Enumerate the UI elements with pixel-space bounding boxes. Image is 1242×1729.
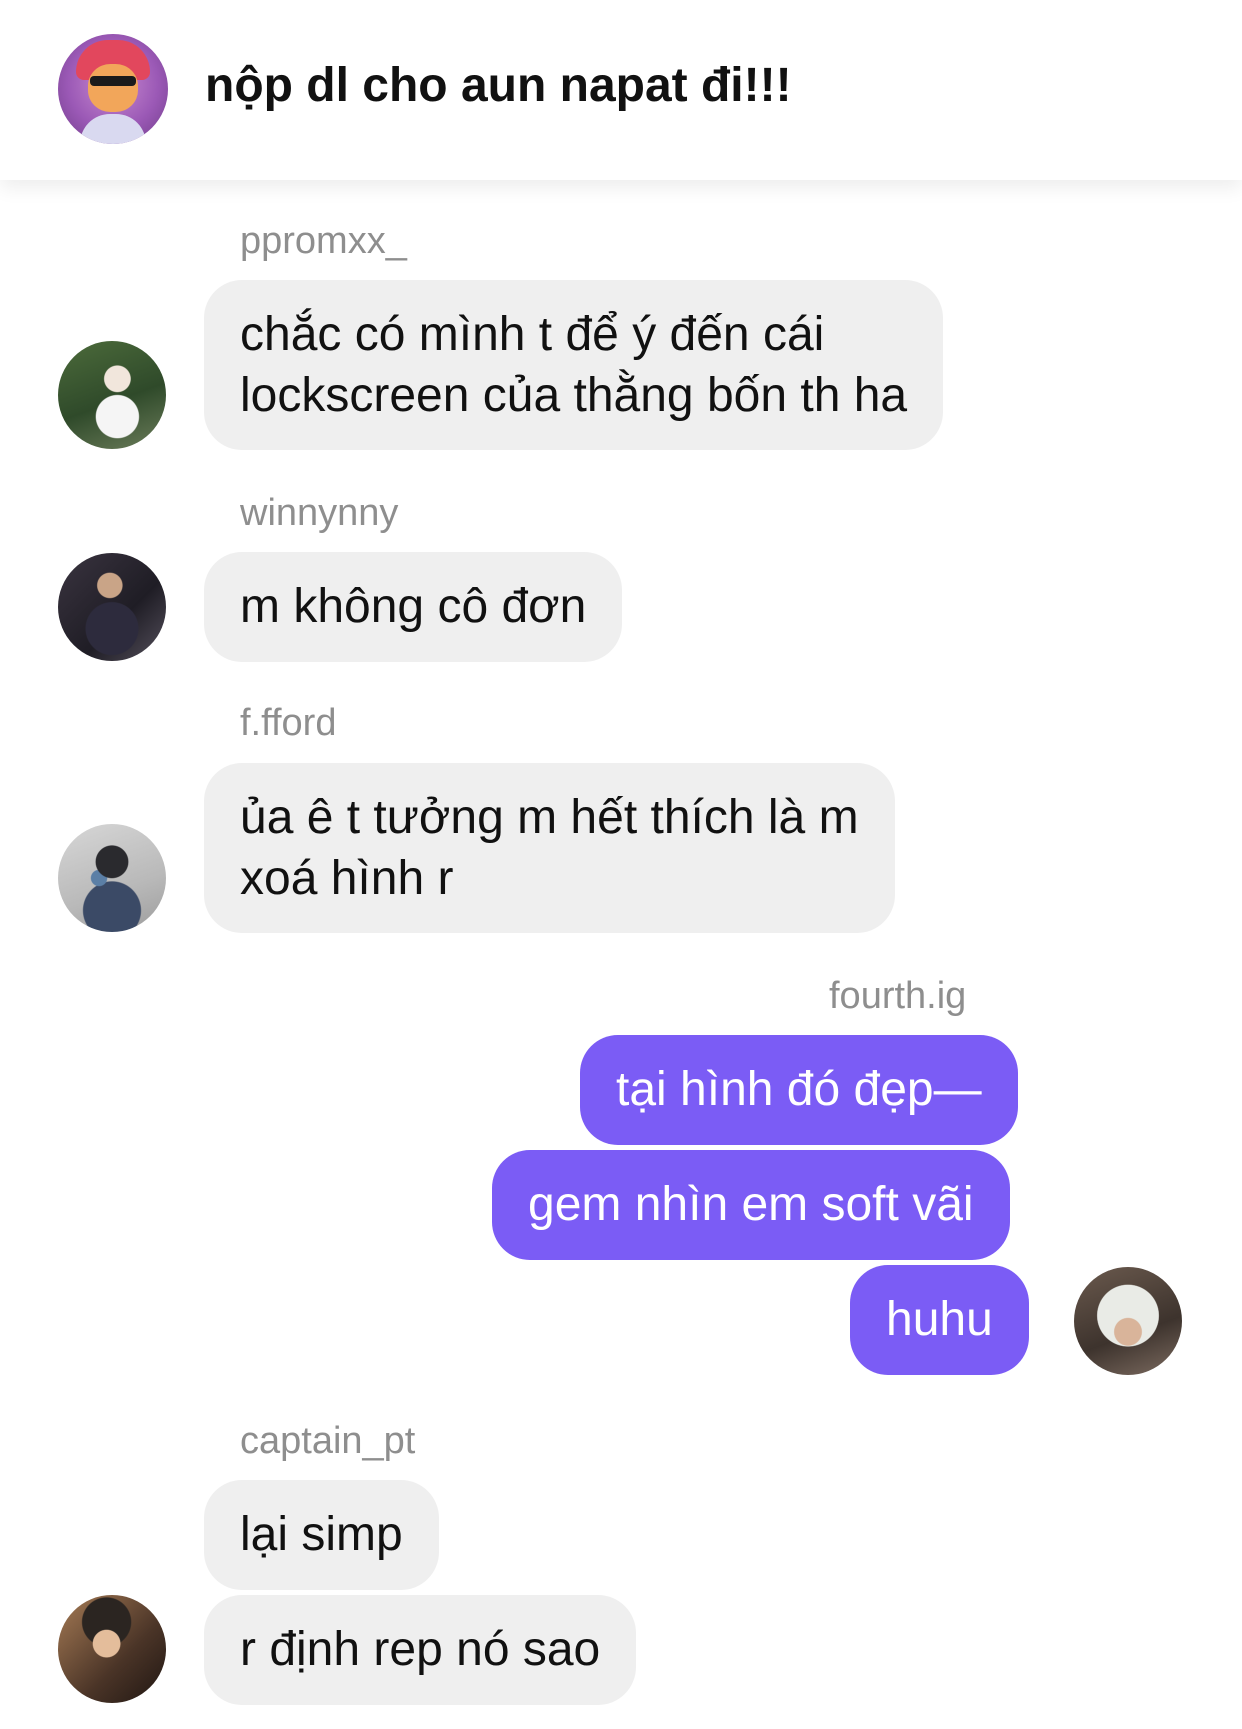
message-bubble[interactable]: r định rep nó sao <box>204 1595 637 1705</box>
message-bubble[interactable]: ủa ê t tưởng m hết thích là m xoá hình r <box>204 763 895 933</box>
sender-avatar[interactable] <box>58 1595 166 1703</box>
message-text-line: r định rep nó sao <box>240 1623 601 1676</box>
sender-username[interactable]: f.fford <box>240 702 336 745</box>
message-bubble[interactable]: lại simp <box>204 1480 439 1590</box>
sender-username[interactable]: fourth.ig <box>829 975 966 1018</box>
message-text-line: chắc có mình t để ý đến cái <box>240 308 825 361</box>
sender-avatar[interactable] <box>1074 1267 1182 1375</box>
message-bubble[interactable]: tại hình đó đẹp— <box>580 1035 1018 1145</box>
sender-avatar[interactable] <box>58 824 166 932</box>
sender-avatar[interactable] <box>58 553 166 661</box>
message-text-line: lockscreen của thằng bốn th ha <box>240 369 908 422</box>
sender-username[interactable]: winnynny <box>240 492 398 535</box>
chat-header: nộp dl cho aun napat đi!!! <box>0 0 1242 180</box>
message-bubble[interactable]: gem nhìn em soft vãi <box>492 1150 1010 1260</box>
message-bubble[interactable]: huhu <box>850 1265 1029 1375</box>
sender-avatar[interactable] <box>58 341 166 449</box>
message-text-line: m không cô đơn <box>240 580 587 633</box>
message-text-line: lại simp <box>240 1508 403 1561</box>
message-text-line: gem nhìn em soft vãi <box>528 1178 974 1231</box>
message-text-line: tại hình đó đẹp— <box>616 1063 982 1116</box>
message-text-line: huhu <box>886 1293 993 1346</box>
message-bubble[interactable]: m không cô đơn <box>204 552 623 662</box>
message-bubble[interactable]: chắc có mình t để ý đến cái lockscreen c… <box>204 280 944 450</box>
message-text-line: xoá hình r <box>240 852 454 905</box>
sender-username[interactable]: ppromxx_ <box>240 220 407 263</box>
message-text-line: ủa ê t tưởng m hết thích là m <box>240 791 859 844</box>
sender-username[interactable]: captain_pt <box>240 1420 415 1463</box>
group-avatar[interactable] <box>58 34 168 144</box>
chat-title[interactable]: nộp dl cho aun napat đi!!! <box>205 58 792 113</box>
